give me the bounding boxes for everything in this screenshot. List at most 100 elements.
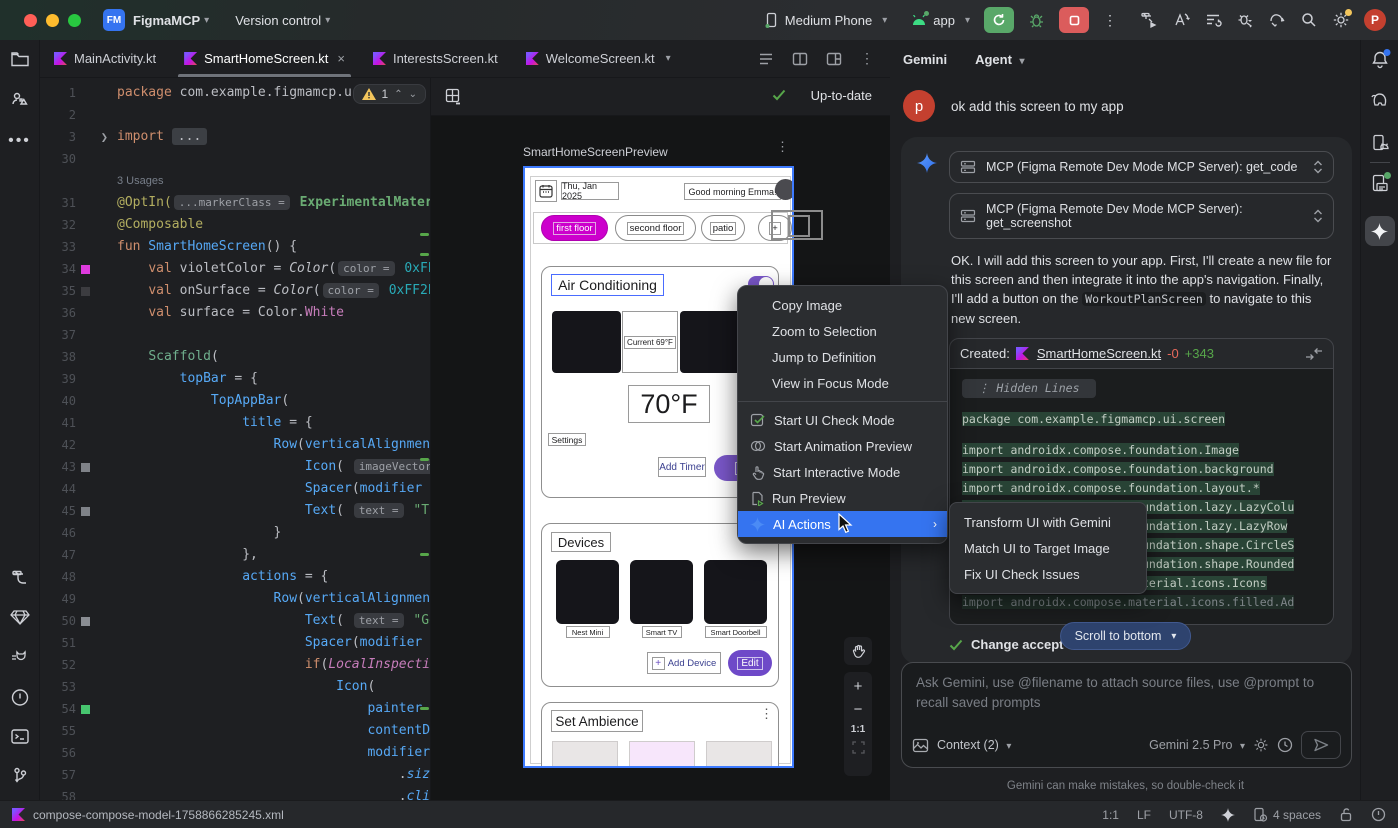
- scroll-to-bottom-button[interactable]: Scroll to bottom ▾: [1060, 622, 1192, 650]
- zoom-in-button[interactable]: +: [854, 678, 863, 695]
- edit-button[interactable]: Edit: [728, 650, 772, 676]
- room-chip-first-floor[interactable]: first floor: [541, 215, 608, 241]
- prev-issue-chevron-icon[interactable]: ⌃: [394, 89, 402, 100]
- caret-position[interactable]: 1:1: [1102, 808, 1119, 822]
- menu-item-run-preview[interactable]: Run Preview: [738, 485, 947, 511]
- device-selector[interactable]: Medium Phone ▾: [764, 12, 887, 29]
- vcs-widget[interactable]: Version control: [235, 13, 321, 28]
- device-mirror-icon[interactable]: [1268, 11, 1286, 29]
- ambience-kebab-icon[interactable]: ⋮: [760, 711, 773, 716]
- expand-collapse-icon[interactable]: [1313, 160, 1323, 174]
- menu-item-transform-ui-with-gemini[interactable]: Transform UI with Gemini: [950, 509, 1146, 535]
- open-diff-icon[interactable]: [1305, 347, 1323, 361]
- tab-smarthomescreen-kt[interactable]: SmartHomeScreen.kt×: [170, 40, 359, 77]
- ambience-tile[interactable]: [706, 741, 772, 768]
- ambience-card[interactable]: Set Ambience ⋮: [541, 702, 779, 768]
- code-editor[interactable]: 1package com.example.figmamcp.u23❯import…: [40, 78, 430, 800]
- menu-item-zoom-to-selection[interactable]: Zoom to Selection: [738, 318, 947, 344]
- more-actions-kebab[interactable]: ⋮: [1103, 12, 1118, 29]
- attach-image-icon[interactable]: [912, 738, 929, 753]
- version-control-icon[interactable]: [11, 766, 29, 785]
- menu-item-fix-ui-check-issues[interactable]: Fix UI Check Issues: [950, 561, 1146, 587]
- more-tool-windows-icon[interactable]: •••: [8, 132, 31, 150]
- agent-mode-selector[interactable]: Agent ▾: [975, 52, 1025, 67]
- room-chip-patio[interactable]: patio: [701, 215, 745, 241]
- gutter-color-swatch[interactable]: [81, 287, 90, 296]
- history-clock-icon[interactable]: [1277, 737, 1293, 753]
- debug-button[interactable]: [1028, 12, 1045, 29]
- gutter-color-swatch[interactable]: [81, 705, 90, 714]
- fold-arrow-icon[interactable]: ❯: [101, 126, 117, 148]
- running-devices-icon[interactable]: [1371, 134, 1389, 153]
- mcp-tool-card[interactable]: MCP (Figma Remote Dev Mode MCP Server): …: [949, 151, 1334, 183]
- gemini-tool-icon[interactable]: [1365, 216, 1395, 246]
- line-ending[interactable]: LF: [1137, 808, 1151, 822]
- zoom-out-button[interactable]: −: [854, 701, 863, 718]
- menu-item-match-ui-to-target-image[interactable]: Match UI to Target Image: [950, 535, 1146, 561]
- selection-handle[interactable]: [788, 215, 810, 237]
- room-chip-second-floor[interactable]: second floor: [615, 215, 696, 241]
- gemini-status-sparkle-icon[interactable]: [1221, 808, 1235, 822]
- ambience-tile[interactable]: [629, 741, 695, 768]
- created-file-link[interactable]: SmartHomeScreen.kt: [1037, 346, 1161, 361]
- zoom-fit-button[interactable]: [852, 741, 865, 754]
- ac-mode-tile[interactable]: [552, 311, 621, 373]
- menu-item-view-in-focus-mode[interactable]: View in Focus Mode: [738, 370, 947, 396]
- resource-manager-icon[interactable]: [10, 90, 30, 108]
- app-quality-insights-icon[interactable]: [10, 608, 30, 626]
- device-tile-nest-mini[interactable]: [556, 560, 619, 624]
- devices-card[interactable]: Devices ⋮ Nest MiniSmart TVSmart Doorbel…: [541, 523, 779, 687]
- gutter-color-swatch[interactable]: [81, 463, 90, 472]
- reader-mode-icon[interactable]: [758, 52, 774, 66]
- code-assist-icon[interactable]: [1172, 11, 1190, 29]
- gradle-elephant-icon[interactable]: [1369, 92, 1390, 108]
- chat-settings-gear-icon[interactable]: [1253, 737, 1269, 753]
- tab-welcomescreen-kt[interactable]: WelcomeScreen.kt▾: [512, 40, 685, 77]
- build-tool-icon[interactable]: [10, 568, 30, 588]
- status-file-name[interactable]: compose-compose-model-1758866285245.xml: [33, 808, 284, 822]
- next-issue-chevron-icon[interactable]: ⌄: [409, 89, 417, 100]
- send-button[interactable]: [1301, 731, 1341, 759]
- readonly-lock-icon[interactable]: [1339, 807, 1353, 822]
- settings-gear-icon[interactable]: [1332, 11, 1350, 29]
- problems-icon[interactable]: [10, 688, 29, 707]
- gemini-tab[interactable]: Gemini: [903, 52, 947, 67]
- device-tile-smart-doorbell[interactable]: [704, 560, 767, 624]
- tab-options-kebab[interactable]: ⋮: [860, 50, 874, 67]
- gutter-color-swatch[interactable]: [81, 507, 90, 516]
- build-icon[interactable]: [1140, 11, 1158, 29]
- todo-list-icon[interactable]: [1204, 11, 1222, 29]
- gutter-color-swatch[interactable]: [81, 265, 90, 274]
- menu-item-start-interactive-mode[interactable]: Start Interactive Mode: [738, 459, 947, 485]
- split-editor-icon[interactable]: [792, 52, 808, 66]
- preview-kebab-icon[interactable]: ⋮: [776, 144, 789, 149]
- rerun-button[interactable]: [984, 7, 1014, 33]
- mcp-tool-card[interactable]: MCP (Figma Remote Dev Mode MCP Server): …: [949, 193, 1334, 239]
- project-selector[interactable]: FigmaMCP: [133, 13, 200, 28]
- context-button[interactable]: Context (2) ▾: [937, 738, 1011, 752]
- chat-input-box[interactable]: Ask Gemini, use @filename to attach sour…: [901, 662, 1352, 768]
- expand-collapse-icon[interactable]: [1313, 209, 1323, 223]
- tab-mainactivity-kt[interactable]: MainActivity.kt: [40, 40, 170, 77]
- problems-indicator-icon[interactable]: [1371, 807, 1386, 822]
- ambience-tile[interactable]: [552, 741, 618, 768]
- add-device-button[interactable]: + Add Device: [647, 652, 721, 674]
- zoom-reset-button[interactable]: 1:1: [851, 724, 865, 735]
- device-manager-icon[interactable]: [1371, 174, 1389, 192]
- pan-hand-button[interactable]: [844, 637, 872, 665]
- tab-interestsscreen-kt[interactable]: InterestsScreen.kt: [359, 40, 512, 77]
- menu-item-start-ui-check-mode[interactable]: Start UI Check Mode: [738, 407, 947, 433]
- running-devices-cat-icon[interactable]: [10, 648, 30, 666]
- gutter-color-swatch[interactable]: [81, 617, 90, 626]
- preview-layout-icon[interactable]: [826, 52, 842, 66]
- search-everywhere-icon[interactable]: [1300, 11, 1318, 29]
- file-encoding[interactable]: UTF-8: [1169, 808, 1203, 822]
- close-window-button[interactable]: [24, 14, 37, 27]
- profiler-icon[interactable]: [1236, 11, 1254, 29]
- hidden-tabs-chevron-icon[interactable]: ▾: [666, 53, 671, 64]
- ac-current-tile[interactable]: Current 69°F: [622, 311, 678, 373]
- stop-button[interactable]: [1059, 7, 1089, 33]
- terminal-icon[interactable]: [10, 728, 29, 745]
- maximize-window-button[interactable]: [68, 14, 81, 27]
- indent-setting[interactable]: 4 spaces: [1253, 807, 1321, 822]
